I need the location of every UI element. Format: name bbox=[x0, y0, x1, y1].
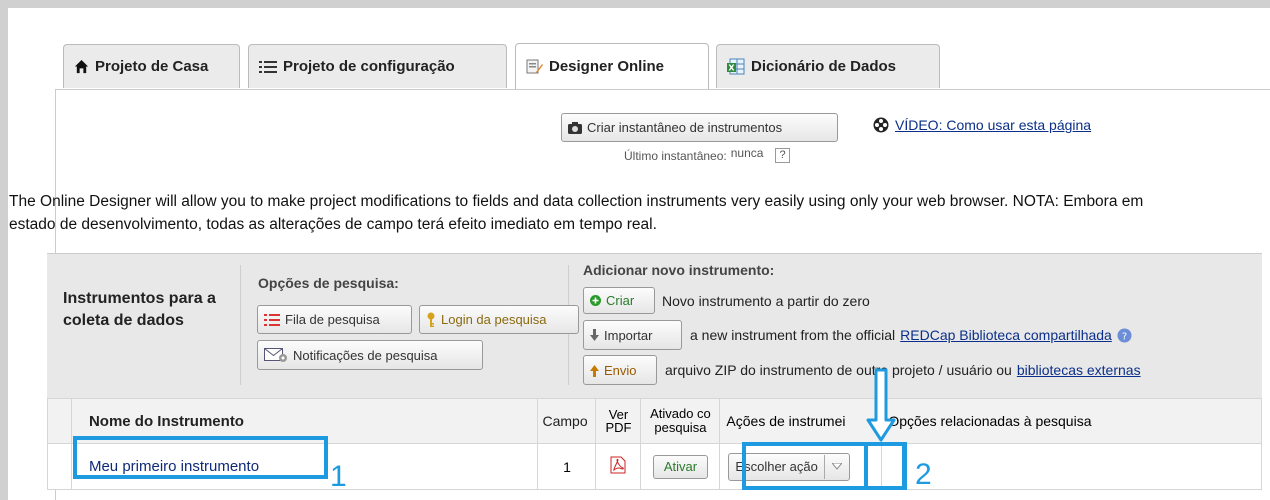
survey-login-button[interactable]: Login da pesquisa bbox=[419, 305, 579, 334]
upload-instrument-button[interactable]: Envio bbox=[583, 355, 657, 385]
create-label: Criar bbox=[606, 293, 635, 308]
upload-text: arquivo ZIP do instrumento de outro proj… bbox=[665, 362, 1012, 378]
create-snapshot-label: Criar instantâneo de instrumentos bbox=[587, 120, 783, 135]
drag-header bbox=[47, 398, 72, 444]
drag-handle[interactable] bbox=[47, 443, 72, 490]
help-icon[interactable]: ? bbox=[1117, 328, 1132, 343]
import-instrument-text: a new instrument from the official REDCa… bbox=[690, 327, 1132, 343]
header-enabled-label: Ativado co pesquisa bbox=[650, 406, 711, 435]
tab-label: Dicionário de Dados bbox=[751, 58, 897, 75]
header-survey-options: Opções relacionadas à pesquisa bbox=[881, 398, 1262, 444]
video-link[interactable]: VÍDEO: Como usar esta página bbox=[895, 117, 1091, 133]
help-button[interactable]: ? bbox=[775, 148, 790, 163]
header-pdf-label: Ver PDF bbox=[605, 407, 632, 435]
home-icon bbox=[74, 59, 89, 74]
spreadsheet-icon: X bbox=[727, 58, 745, 75]
header-pdf: Ver PDF bbox=[595, 398, 642, 444]
create-snapshot-button[interactable]: Criar instantâneo de instrumentos bbox=[561, 113, 838, 142]
pdf-icon[interactable] bbox=[610, 456, 626, 474]
survey-queue-button[interactable]: Fila de pesquisa bbox=[257, 305, 412, 334]
import-instrument-button[interactable]: Importar bbox=[583, 320, 682, 350]
svg-text:X: X bbox=[728, 64, 735, 73]
download-icon bbox=[590, 328, 599, 341]
enable-cell: Ativar bbox=[640, 443, 721, 490]
header-survey-options-label: Opções relacionadas à pesquisa bbox=[888, 413, 1092, 429]
survey-queue-label: Fila de pesquisa bbox=[285, 312, 380, 327]
survey-login-label: Login da pesquisa bbox=[441, 312, 547, 327]
down-arrow-icon bbox=[866, 368, 896, 442]
header-survey-enabled: Ativado co pesquisa bbox=[640, 398, 721, 444]
tab-data-dictionary[interactable]: X Dicionário de Dados bbox=[716, 44, 940, 88]
plus-icon bbox=[590, 295, 601, 306]
create-instrument-text: Novo instrumento a partir do zero bbox=[662, 293, 870, 309]
video-help: VÍDEO: Como usar esta página bbox=[873, 117, 1091, 133]
survey-notifications-button[interactable]: Notificações de pesquisa bbox=[257, 340, 483, 370]
annotation-number-2: 2 bbox=[915, 458, 932, 491]
upload-icon bbox=[590, 364, 599, 377]
header-actions-label: Ações de instrumei bbox=[726, 413, 846, 429]
upload-instrument-text: arquivo ZIP do instrumento de outro proj… bbox=[665, 362, 1262, 378]
highlight-instrument-name bbox=[73, 436, 328, 479]
survey-options-label: Opções de pesquisa: bbox=[258, 275, 399, 291]
last-snapshot-info: Último instantâneo: nunca ? bbox=[624, 145, 790, 163]
panel-separator bbox=[240, 265, 241, 385]
tab-divider bbox=[55, 89, 1270, 90]
add-instrument-label: Adicionar novo instrumento: bbox=[583, 262, 775, 278]
designer-description: The Online Designer will allow you to ma… bbox=[9, 193, 1144, 233]
enable-label: Ativar bbox=[663, 459, 698, 474]
tab-project-home[interactable]: Projeto de Casa bbox=[63, 44, 240, 88]
create-instrument-button[interactable]: Criar bbox=[583, 287, 655, 314]
highlight-dropdown-arrow bbox=[864, 442, 906, 490]
tab-online-designer[interactable]: Designer Online bbox=[515, 43, 709, 89]
svg-text:?: ? bbox=[1122, 331, 1127, 342]
film-reel-icon bbox=[873, 117, 889, 133]
import-label: Importar bbox=[604, 327, 653, 343]
enable-survey-button[interactable]: Ativar bbox=[652, 454, 709, 479]
pdf-cell bbox=[595, 443, 642, 490]
camera-icon bbox=[568, 121, 582, 134]
import-text: a new instrument from the official bbox=[690, 327, 896, 343]
panel-title: Instrumentos para a coleta de dados bbox=[63, 290, 216, 329]
designer-icon bbox=[526, 59, 543, 74]
last-snapshot-value: nunca bbox=[730, 145, 764, 160]
fields-count: 1 bbox=[563, 458, 571, 475]
header-fields: Campo bbox=[537, 398, 597, 444]
last-snapshot-label: Último instantâneo: bbox=[624, 148, 727, 163]
envelope-gear-icon bbox=[264, 348, 287, 362]
upload-label: Envio bbox=[604, 362, 637, 378]
header-actions: Ações de instrumei bbox=[719, 398, 883, 444]
tab-label: Projeto de configuração bbox=[283, 58, 455, 75]
fields-count-cell: 1 bbox=[537, 443, 597, 490]
key-icon bbox=[427, 312, 435, 327]
tab-project-setup[interactable]: Projeto de configuração bbox=[248, 44, 507, 88]
header-name-label: Nome do Instrumento bbox=[88, 412, 244, 430]
tab-label: Projeto de Casa bbox=[95, 58, 209, 75]
list-icon bbox=[264, 314, 280, 326]
list-icon bbox=[259, 60, 277, 73]
shared-library-link[interactable]: REDCap Biblioteca compartilhada bbox=[900, 327, 1112, 343]
header-fields-label: Campo bbox=[542, 413, 588, 429]
external-libraries-link[interactable]: bibliotecas externas bbox=[1017, 362, 1141, 378]
tab-label: Designer Online bbox=[549, 58, 665, 75]
annotation-number-1: 1 bbox=[330, 460, 347, 493]
survey-notifications-label: Notificações de pesquisa bbox=[293, 347, 438, 363]
survey-options-cell bbox=[881, 443, 1262, 490]
